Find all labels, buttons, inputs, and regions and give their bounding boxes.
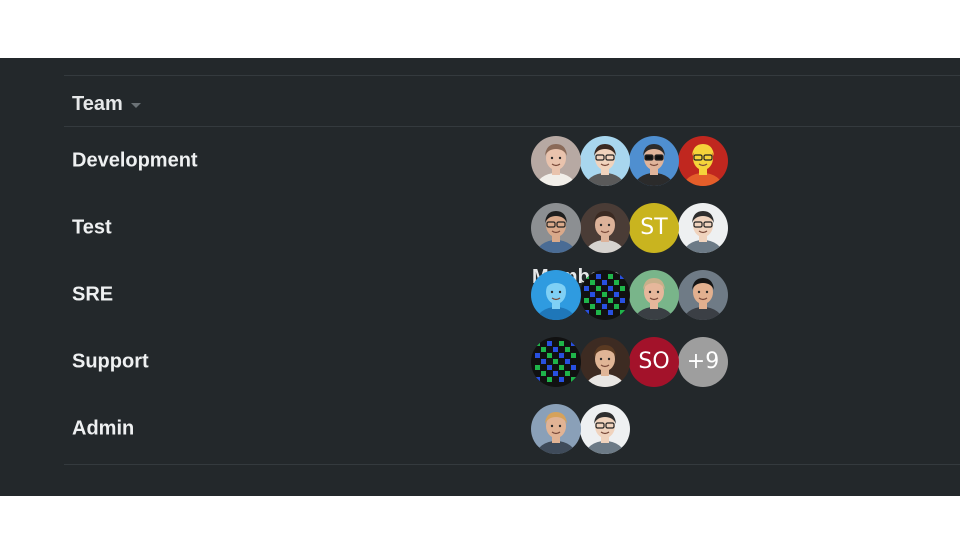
member-avatars	[531, 269, 728, 320]
avatar[interactable]	[531, 269, 581, 320]
pixel-pattern-icon	[580, 269, 630, 320]
man-glasses-photo-icon	[531, 202, 581, 253]
table-row[interactable]: Support SO +9	[0, 328, 960, 395]
avatar[interactable]	[580, 135, 630, 186]
team-name[interactable]: Support	[72, 350, 149, 373]
avatar[interactable]	[531, 135, 581, 186]
avatar[interactable]	[531, 336, 581, 387]
cartoon-man-glasses-icon	[580, 135, 630, 186]
member-avatars	[531, 135, 728, 186]
man-helmet-photo-icon	[531, 403, 581, 454]
team-name[interactable]: Development	[72, 149, 198, 172]
avatar-initials[interactable]: +9	[678, 336, 728, 387]
table-bottom-divider	[64, 464, 960, 465]
man-suit-photo-icon	[580, 202, 630, 253]
avatar[interactable]	[580, 202, 630, 253]
team-name[interactable]: Admin	[72, 417, 134, 440]
caret-down-icon[interactable]	[130, 102, 141, 108]
avatar-initials[interactable]: ST	[629, 202, 679, 253]
man-sunglasses-icon	[629, 135, 679, 186]
robot-mascot-icon	[531, 269, 581, 320]
avatar[interactable]	[531, 202, 581, 253]
avatar[interactable]	[580, 403, 630, 454]
avatar[interactable]	[580, 269, 630, 320]
team-name[interactable]: Test	[72, 216, 112, 239]
avatar[interactable]	[629, 135, 679, 186]
avatar[interactable]	[678, 135, 728, 186]
teams-table: Team Members Development Test ST SRE Sup…	[0, 58, 960, 496]
column-header-team-label: Team	[72, 93, 123, 115]
table-row[interactable]: Admin	[0, 395, 960, 462]
member-avatars: ST	[531, 202, 728, 253]
team-name[interactable]: SRE	[72, 283, 113, 306]
column-header-team[interactable]: Team	[72, 92, 141, 116]
avatar[interactable]	[678, 269, 728, 320]
avatar[interactable]	[629, 269, 679, 320]
table-row[interactable]: SRE	[0, 261, 960, 328]
member-avatars	[531, 403, 630, 454]
avatar-initials[interactable]: SO	[629, 336, 679, 387]
avatar[interactable]	[531, 403, 581, 454]
man-outdoors-photo-icon	[629, 269, 679, 320]
pixel-pattern-icon	[531, 336, 581, 387]
avatar-initials-text: +9	[686, 349, 720, 374]
avatar[interactable]	[678, 202, 728, 253]
smiling-man-photo-icon	[678, 269, 728, 320]
woman-photo-icon	[531, 135, 581, 186]
avatar-initials-text: ST	[640, 215, 668, 240]
avatar-initials-text: SO	[638, 349, 670, 374]
man-tie-photo-icon	[580, 336, 630, 387]
cartoon-man-icon	[678, 202, 728, 253]
member-avatars: SO +9	[531, 336, 728, 387]
bart-cartoon-icon	[678, 135, 728, 186]
table-row[interactable]: Development	[0, 127, 960, 194]
table-top-divider	[64, 75, 960, 76]
avatar[interactable]	[580, 336, 630, 387]
cartoon-man-icon	[580, 403, 630, 454]
table-row[interactable]: Test ST	[0, 194, 960, 261]
